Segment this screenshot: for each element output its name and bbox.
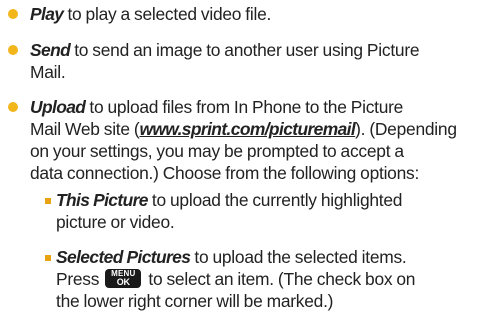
item-text: on your settings, you may be prompted to… — [30, 141, 404, 161]
list-item-play: Play to play a selected video file. — [8, 3, 496, 25]
sub-bullet-icon — [45, 255, 51, 261]
item-text: to upload the currently highlighted — [147, 190, 403, 210]
item-text: the lower right corner will be marked.) — [56, 291, 334, 311]
term-this-picture: This Picture — [56, 190, 148, 210]
item-text: to select an item. (The check box on — [144, 269, 416, 289]
list-item-upload: Upload to upload files from In Phone to … — [8, 96, 496, 184]
term-selected-pictures: Selected Pictures — [56, 247, 191, 267]
term-send: Send — [30, 40, 71, 60]
sub-item-this-picture: This Picture to upload the currently hig… — [45, 189, 496, 233]
bullet-icon — [8, 45, 18, 55]
item-text: Mail. — [30, 62, 66, 82]
item-text: picture or video. — [56, 212, 175, 232]
item-text: Mail Web site ( — [30, 119, 140, 139]
picturemail-link[interactable]: www.sprint.com/picturemail — [139, 119, 355, 139]
item-text: ). (Depending — [355, 119, 457, 139]
term-upload: Upload — [30, 97, 86, 117]
item-text: to upload files from In Phone to the Pic… — [85, 97, 404, 117]
sub-item-selected-pictures: Selected Pictures to upload the selected… — [45, 246, 496, 312]
item-text: to send an image to another user using P… — [70, 40, 420, 60]
menu-ok-key-icon: MENU OK — [105, 269, 142, 288]
bullet-icon — [8, 102, 18, 112]
item-text: to play a selected video file. — [63, 4, 272, 24]
manual-page: Play to play a selected video file. Send… — [0, 0, 503, 317]
key-label-bottom: OK — [116, 277, 130, 287]
item-text: Press — [56, 269, 104, 289]
bullet-icon — [8, 9, 18, 19]
item-text: to upload the selected items. — [190, 247, 407, 267]
item-text: data connection.) Choose from the follow… — [30, 163, 420, 183]
term-play: Play — [30, 4, 64, 24]
list-item-send: Send to send an image to another user us… — [8, 39, 496, 83]
sub-bullet-icon — [45, 198, 51, 204]
